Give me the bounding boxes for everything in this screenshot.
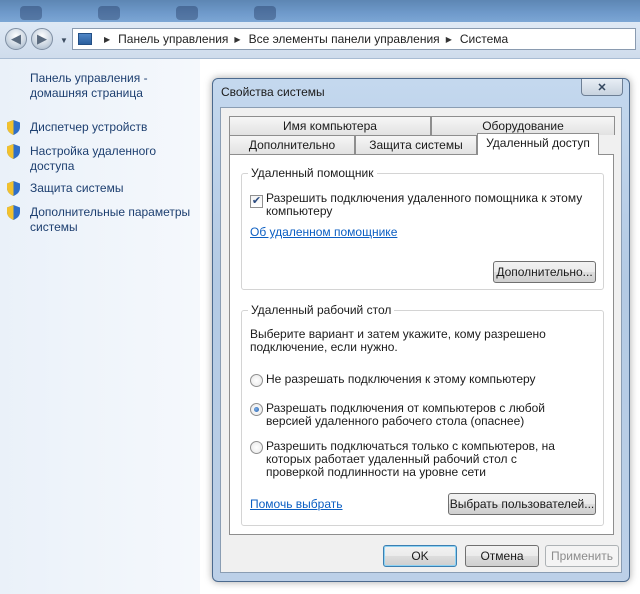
tab-advanced[interactable]: Дополнительно [229,135,355,154]
radio-label: Разрешить подключаться только с компьюте… [266,439,555,479]
group-title: Удаленный рабочий стол [248,303,395,317]
apply-button[interactable]: Применить [545,545,619,567]
help-me-choose-link[interactable]: Помочь выбрать [250,497,343,511]
breadcrumb-item[interactable]: Система [460,32,508,46]
remote-assistance-group: Удаленный помощник ✔ Разрешить подключен… [241,166,604,290]
radio-label: Не разрешать подключения к этому компьют… [266,372,536,386]
shield-icon [7,120,20,135]
dialog-title: Свойства системы [221,85,325,99]
sidebar-item-device-manager[interactable]: Диспетчер устройств [30,120,147,135]
advanced-button[interactable]: Дополнительно... [493,261,596,283]
radio-deny-connections[interactable] [250,374,263,387]
select-users-button[interactable]: Выбрать пользователей... [448,493,596,515]
recent-pages-dropdown[interactable]: ▼ [60,36,68,45]
sidebar-item-advanced-settings[interactable]: Дополнительные параметры системы [30,205,200,235]
shield-icon [7,205,20,220]
breadcrumb: ▶ Панель управления ▶ Все элементы панел… [98,32,508,46]
close-button[interactable]: ✕ [581,79,623,96]
remote-access-panel: Удаленный помощник ✔ Разрешить подключен… [229,154,614,535]
forward-button[interactable]: ▶ [31,28,53,50]
address-bar[interactable]: ▶ Панель управления ▶ Все элементы панел… [72,28,636,50]
arrow-right-icon: ▶ [37,31,47,46]
tab-remote-access[interactable]: Удаленный доступ [477,133,599,155]
shield-icon [7,144,20,159]
group-title: Удаленный помощник [248,166,377,180]
description-text: Выберите вариант и затем укажите, кому р… [250,327,546,354]
dialog-body: Имя компьютера Оборудование Дополнительн… [220,107,622,573]
remote-desktop-group: Удаленный рабочий стол Выберите вариант … [241,303,604,526]
radio-label: Разрешать подключения от компьютеров с л… [266,401,545,428]
back-button[interactable]: ◀ [5,28,27,50]
cancel-button[interactable]: Отмена [465,545,539,567]
chevron-right-icon: ▶ [445,34,452,44]
checkbox-label: Разрешить подключения удаленного помощни… [266,191,583,218]
system-properties-dialog: Свойства системы ✕ Имя компьютера Оборуд… [212,78,630,582]
sidebar-item-system-protection[interactable]: Защита системы [30,181,123,196]
arrow-left-icon: ◀ [11,31,21,46]
chevron-right-icon: ▶ [104,34,111,44]
radio-allow-any-version[interactable] [250,403,263,416]
allow-remote-assistance-checkbox[interactable]: ✔ [250,195,263,208]
about-remote-assistance-link[interactable]: Об удаленном помощнике [250,225,397,239]
control-panel-home-link[interactable]: Панель управления - домашняя страница [30,71,195,101]
tab-computer-name[interactable]: Имя компьютера [229,116,431,135]
tab-system-protection[interactable]: Защита системы [355,135,477,154]
sidebar-item-remote-settings[interactable]: Настройка удаленного доступа [30,144,180,174]
breadcrumb-item[interactable]: Все элементы панели управления [249,32,440,46]
chevron-right-icon: ▶ [234,34,241,44]
shield-icon [7,181,20,196]
radio-allow-nla-only[interactable] [250,441,263,454]
close-icon: ✕ [597,81,607,94]
checkmark-icon: ✔ [251,195,262,207]
window-title-strip [0,0,640,22]
ok-button[interactable]: OK [383,545,457,567]
left-navigation-pane [0,59,200,594]
navigation-toolbar: ◀ ▶ ▼ ▶ Панель управления ▶ Все элементы… [0,22,640,59]
breadcrumb-item[interactable]: Панель управления [118,32,228,46]
control-panel-icon [78,33,92,45]
